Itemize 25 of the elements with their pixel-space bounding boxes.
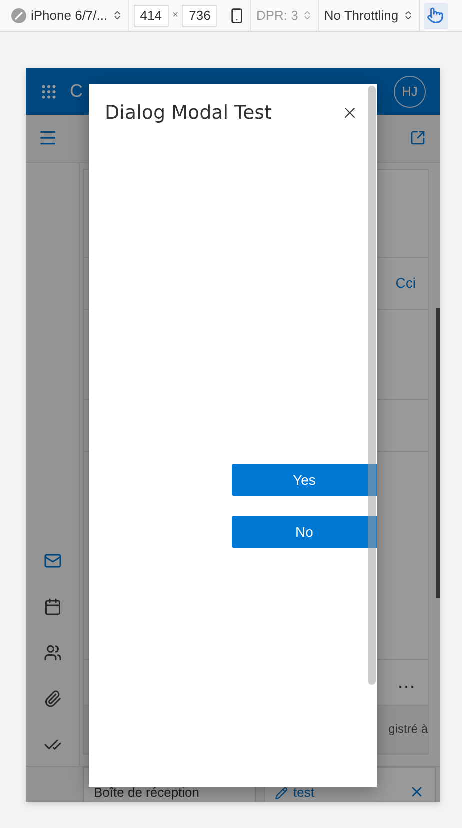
- width-field[interactable]: 414: [134, 4, 169, 26]
- bcc-link[interactable]: Cci: [396, 275, 416, 292]
- dialog-button[interactable]: No: [232, 516, 377, 548]
- rotate-icon[interactable]: [229, 8, 246, 24]
- height-field[interactable]: 736: [182, 4, 218, 26]
- disabled-icon: [11, 8, 27, 24]
- more-options[interactable]: ...: [398, 672, 416, 693]
- touch-button[interactable]: [424, 2, 448, 28]
- times-sign: ×: [172, 10, 178, 21]
- throttling-select[interactable]: No Throttling: [324, 8, 399, 23]
- app-launcher-icon[interactable]: [40, 82, 58, 101]
- mail-icon[interactable]: [44, 552, 62, 570]
- preview-text: gistré à: [388, 722, 428, 736]
- pop-out-icon[interactable]: [410, 130, 426, 146]
- pencil-icon: [274, 787, 288, 800]
- dialog-title: Dialog Modal Test: [105, 102, 272, 124]
- people-icon[interactable]: [44, 644, 62, 662]
- paperclip-icon[interactable]: [44, 690, 62, 708]
- scrollbar[interactable]: [368, 86, 376, 685]
- device-select[interactable]: iPhone 6/7/...: [31, 8, 108, 23]
- avatar[interactable]: HJ: [394, 76, 426, 108]
- scrollbar[interactable]: [436, 308, 440, 598]
- dialog-button[interactable]: Yes: [232, 464, 377, 496]
- app-title: C: [70, 81, 83, 102]
- calendar-icon[interactable]: [44, 598, 62, 616]
